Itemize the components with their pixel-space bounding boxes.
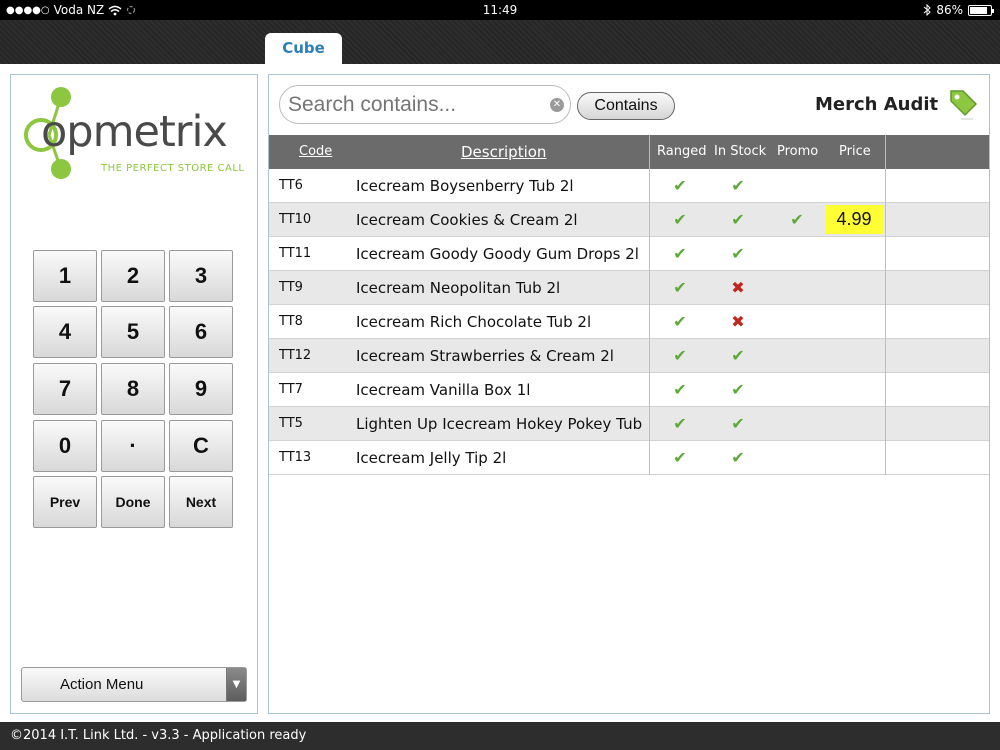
key-0[interactable]: 0 <box>33 420 97 472</box>
table-row[interactable]: TT8 Icecream Rich Chocolate Tub 2l ✔ ✖ <box>269 305 989 339</box>
key-9[interactable]: 9 <box>169 363 233 415</box>
tab-bar: Cube <box>0 20 1000 65</box>
column-header-promo: Promo <box>777 144 819 159</box>
row-description: Icecream Cookies & Cream 2l <box>356 211 578 229</box>
row-description: Lighten Up Icecream Hokey Pokey Tub <box>356 415 643 433</box>
ranged-check-icon[interactable]: ✔ <box>671 279 689 297</box>
row-code: TT10 <box>279 212 312 227</box>
promo-check-icon[interactable]: ✔ <box>788 211 806 229</box>
prev-button[interactable]: Prev <box>33 476 97 528</box>
in-stock-check-icon[interactable]: ✔ <box>729 381 747 399</box>
column-divider <box>885 135 886 475</box>
key-1[interactable]: 1 <box>33 250 97 302</box>
ranged-check-icon[interactable]: ✔ <box>671 177 689 195</box>
key-6[interactable]: 6 <box>169 306 233 358</box>
dropdown-arrow-icon: ▼ <box>226 668 246 701</box>
battery-percent: 86% <box>936 3 963 17</box>
row-code: TT5 <box>279 416 303 431</box>
price-tag-icon[interactable] <box>947 87 979 121</box>
table-row[interactable]: TT9 Icecream Neopolitan Tub 2l ✔ ✖ <box>269 271 989 305</box>
table-row[interactable]: TT12 Icecream Strawberries & Cream 2l ✔ … <box>269 339 989 373</box>
table-row[interactable]: TT7 Icecream Vanilla Box 1l ✔ ✔ <box>269 373 989 407</box>
out-of-stock-cross-icon[interactable]: ✖ <box>729 313 747 331</box>
key-4[interactable]: 4 <box>33 306 97 358</box>
column-header-price: Price <box>839 144 871 159</box>
table-row[interactable]: TT11 Icecream Goody Goody Gum Drops 2l ✔… <box>269 237 989 271</box>
in-stock-check-icon[interactable]: ✔ <box>729 449 747 467</box>
column-header-in-stock: In Stock <box>714 144 767 159</box>
key-decimal[interactable]: · <box>101 420 165 472</box>
column-header-description[interactable]: Description <box>461 143 546 161</box>
ranged-check-icon[interactable]: ✔ <box>671 313 689 331</box>
bluetooth-icon <box>924 4 932 16</box>
row-code: TT7 <box>279 382 303 397</box>
ranged-check-icon[interactable]: ✔ <box>671 415 689 433</box>
table-row[interactable]: TT10 Icecream Cookies & Cream 2l ✔ ✔ ✔ 4… <box>269 203 989 237</box>
search-box: ✕ <box>279 85 571 124</box>
tab-cube[interactable]: Cube <box>265 33 342 65</box>
contains-button[interactable]: Contains <box>577 92 675 120</box>
ranged-check-icon[interactable]: ✔ <box>671 381 689 399</box>
logo-tagline: THE PERFECT STORE CALL <box>101 163 245 174</box>
action-menu-label: Action Menu <box>60 676 144 693</box>
table-row[interactable]: TT5 Lighten Up Icecream Hokey Pokey Tub … <box>269 407 989 441</box>
ranged-check-icon[interactable]: ✔ <box>671 211 689 229</box>
row-code: TT13 <box>279 450 312 465</box>
action-menu-dropdown[interactable]: Action Menu ▼ <box>21 667 247 702</box>
key-5[interactable]: 5 <box>101 306 165 358</box>
row-description: Icecream Boysenberry Tub 2l <box>356 177 574 195</box>
table-row[interactable]: TT6 Icecream Boysenberry Tub 2l ✔ ✔ <box>269 169 989 203</box>
ranged-check-icon[interactable]: ✔ <box>671 245 689 263</box>
status-footer: ©2014 I.T. Link Ltd. - v3.3 - Applicatio… <box>0 722 1000 750</box>
search-input[interactable] <box>288 90 548 120</box>
ranged-check-icon[interactable]: ✔ <box>671 347 689 365</box>
key-3[interactable]: 3 <box>169 250 233 302</box>
column-header-code[interactable]: Code <box>299 144 332 159</box>
opmetrix-logo: opmetrix THE PERFECT STORE CALL <box>23 83 248 183</box>
page-title: Merch Audit <box>815 94 939 115</box>
clock: 11:49 <box>482 3 518 17</box>
key-2[interactable]: 2 <box>101 250 165 302</box>
row-description: Icecream Jelly Tip 2l <box>356 449 507 467</box>
row-description: Icecream Goody Goody Gum Drops 2l <box>356 245 639 263</box>
footer-status-text: ©2014 I.T. Link Ltd. - v3.3 - Applicatio… <box>10 728 307 743</box>
row-description: Icecream Neopolitan Tub 2l <box>356 279 561 297</box>
key-clear[interactable]: C <box>169 420 233 472</box>
row-code: TT12 <box>279 348 312 363</box>
table-row[interactable]: TT13 Icecream Jelly Tip 2l ✔ ✔ <box>269 441 989 475</box>
row-code: TT11 <box>279 246 312 261</box>
in-stock-check-icon[interactable]: ✔ <box>729 245 747 263</box>
next-button[interactable]: Next <box>169 476 233 528</box>
done-button[interactable]: Done <box>101 476 165 528</box>
row-code: TT9 <box>279 280 303 295</box>
status-bar: ●●●●○ Voda NZ 11:49 86% <box>0 0 1000 20</box>
main-area: opmetrix THE PERFECT STORE CALL 1 2 3 4 … <box>0 64 1000 722</box>
battery-icon <box>968 4 994 16</box>
in-stock-check-icon[interactable]: ✔ <box>729 211 747 229</box>
left-panel: opmetrix THE PERFECT STORE CALL 1 2 3 4 … <box>10 74 258 714</box>
key-8[interactable]: 8 <box>101 363 165 415</box>
row-description: Icecream Strawberries & Cream 2l <box>356 347 614 365</box>
right-panel: ✕ Contains Merch Audit Code Description … <box>268 74 990 714</box>
clear-search-icon[interactable]: ✕ <box>550 98 564 112</box>
ranged-check-icon[interactable]: ✔ <box>671 449 689 467</box>
in-stock-check-icon[interactable]: ✔ <box>729 177 747 195</box>
in-stock-check-icon[interactable]: ✔ <box>729 415 747 433</box>
key-7[interactable]: 7 <box>33 363 97 415</box>
column-header-ranged: Ranged <box>657 144 707 159</box>
grid-header: Code Description Ranged In Stock Promo P… <box>269 135 989 169</box>
logo-wordmark: opmetrix <box>41 107 228 157</box>
row-code: TT8 <box>279 314 303 329</box>
in-stock-check-icon[interactable]: ✔ <box>729 347 747 365</box>
out-of-stock-cross-icon[interactable]: ✖ <box>729 279 747 297</box>
row-description: Icecream Rich Chocolate Tub 2l <box>356 313 592 331</box>
price-cell[interactable]: 4.99 <box>825 205 883 234</box>
column-divider <box>649 135 650 475</box>
row-code: TT6 <box>279 178 303 193</box>
row-description: Icecream Vanilla Box 1l <box>356 381 531 399</box>
